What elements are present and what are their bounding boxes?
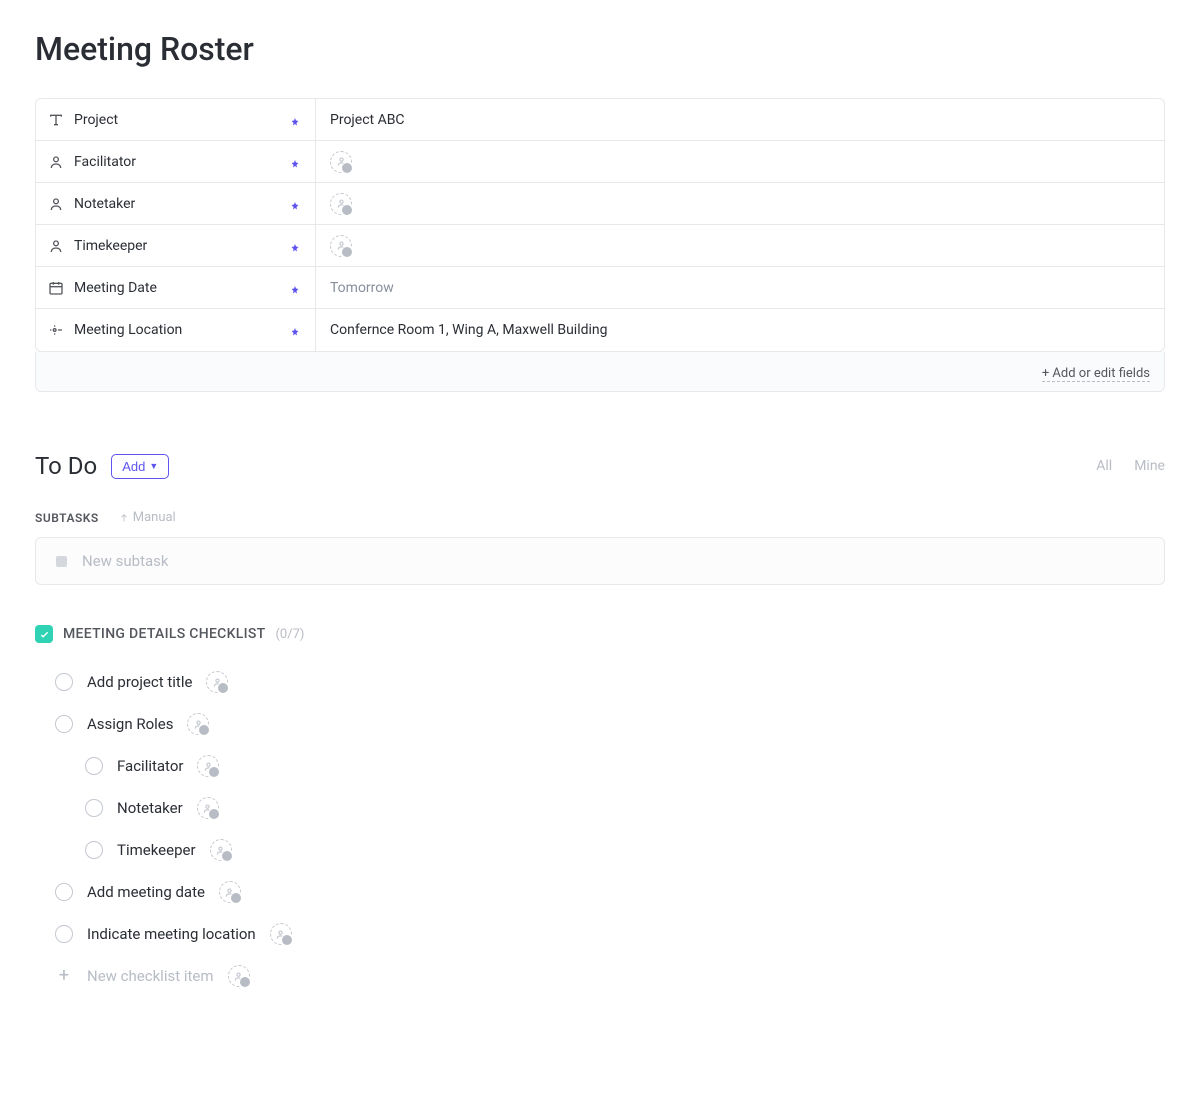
- check-circle[interactable]: [85, 799, 103, 817]
- field-row-project: Project Project ABC: [36, 99, 1164, 141]
- checklist-item[interactable]: Add meeting date: [55, 871, 1165, 913]
- check-circle[interactable]: [55, 883, 73, 901]
- checklist-item[interactable]: Add project title: [55, 661, 1165, 703]
- arrow-up-icon: [119, 513, 129, 523]
- status-square-icon: [56, 556, 67, 567]
- assign-user-icon[interactable]: [187, 713, 209, 735]
- subtasks-header: SUBTASKS Manual: [35, 510, 1165, 525]
- checklist-item-label: Facilitator: [117, 757, 183, 775]
- checklist-item[interactable]: Indicate meeting location: [55, 913, 1165, 955]
- assign-user-icon[interactable]: [219, 881, 241, 903]
- checklist-items: Add project title Assign Roles Facilitat…: [35, 661, 1165, 997]
- pin-icon[interactable]: [289, 240, 301, 252]
- assign-user-icon[interactable]: [270, 923, 292, 945]
- field-label: Timekeeper: [74, 238, 147, 254]
- field-value[interactable]: [316, 141, 1164, 182]
- pin-icon[interactable]: [289, 198, 301, 210]
- field-value[interactable]: Confernce Room 1, Wing A, Maxwell Buildi…: [316, 309, 1164, 351]
- add-edit-fields-link[interactable]: + Add or edit fields: [1042, 366, 1150, 382]
- checklist-item[interactable]: Notetaker: [55, 787, 1165, 829]
- calendar-icon: [48, 280, 64, 296]
- field-row-notetaker: Notetaker: [36, 183, 1164, 225]
- filter-mine[interactable]: Mine: [1134, 458, 1165, 474]
- checklist-item-label: Assign Roles: [87, 715, 173, 733]
- field-label-cell[interactable]: Project: [36, 99, 316, 140]
- assign-user-icon[interactable]: [330, 235, 352, 257]
- field-row-timekeeper: Timekeeper: [36, 225, 1164, 267]
- field-row-facilitator: Facilitator: [36, 141, 1164, 183]
- assign-user-icon[interactable]: [330, 151, 352, 173]
- field-label: Meeting Location: [74, 322, 182, 338]
- field-label-cell[interactable]: Facilitator: [36, 141, 316, 182]
- person-icon: [48, 238, 64, 254]
- checklist-item-label: Timekeeper: [117, 841, 196, 859]
- pin-icon[interactable]: [289, 156, 301, 168]
- field-row-meeting-location: Meeting Location Confernce Room 1, Wing …: [36, 309, 1164, 351]
- pin-icon[interactable]: [289, 324, 301, 336]
- field-label: Project: [74, 112, 118, 128]
- add-button[interactable]: Add ▼: [111, 454, 169, 479]
- sort-button[interactable]: Manual: [119, 510, 176, 525]
- checklist-item-label: Notetaker: [117, 799, 183, 817]
- checklist-title[interactable]: MEETING DETAILS CHECKLIST: [63, 626, 265, 642]
- field-value[interactable]: [316, 183, 1164, 224]
- check-circle[interactable]: [85, 841, 103, 859]
- checklist-item-label: Add project title: [87, 673, 192, 691]
- checklist-item[interactable]: Timekeeper: [55, 829, 1165, 871]
- page-title: Meeting Roster: [35, 30, 1165, 68]
- new-checklist-placeholder: New checklist item: [87, 967, 214, 985]
- check-circle[interactable]: [55, 673, 73, 691]
- text-field-icon: [48, 112, 64, 128]
- checklist-item-label: Indicate meeting location: [87, 925, 256, 943]
- field-label: Facilitator: [74, 154, 136, 170]
- subtasks-label: SUBTASKS: [35, 511, 99, 525]
- new-subtask-placeholder: New subtask: [82, 552, 169, 570]
- field-value[interactable]: Tomorrow: [316, 267, 1164, 308]
- assign-user-icon[interactable]: [228, 965, 250, 987]
- field-label-cell[interactable]: Meeting Date: [36, 267, 316, 308]
- filter-all[interactable]: All: [1096, 458, 1112, 474]
- check-circle[interactable]: [55, 715, 73, 733]
- checklist-item[interactable]: Assign Roles: [55, 703, 1165, 745]
- person-icon: [48, 196, 64, 212]
- location-icon: [48, 322, 64, 338]
- assign-user-icon[interactable]: [210, 839, 232, 861]
- field-label-cell[interactable]: Meeting Location: [36, 309, 316, 351]
- person-icon: [48, 154, 64, 170]
- todo-header: To Do Add ▼ All Mine: [35, 452, 1165, 480]
- pin-icon[interactable]: [289, 282, 301, 294]
- checklist-header: MEETING DETAILS CHECKLIST (0/7): [35, 625, 1165, 643]
- todo-title: To Do: [35, 452, 97, 480]
- field-label-cell[interactable]: Notetaker: [36, 183, 316, 224]
- checklist-icon: [35, 625, 53, 643]
- check-circle[interactable]: [85, 757, 103, 775]
- field-label: Notetaker: [74, 196, 135, 212]
- plus-icon: +: [55, 967, 73, 985]
- add-fields-row: + Add or edit fields: [35, 352, 1165, 392]
- checklist-count: (0/7): [275, 627, 304, 642]
- field-label: Meeting Date: [74, 280, 157, 296]
- assign-user-icon[interactable]: [206, 671, 228, 693]
- field-value[interactable]: [316, 225, 1164, 266]
- filter-tabs: All Mine: [1096, 458, 1165, 474]
- new-checklist-item-input[interactable]: + New checklist item: [55, 955, 1165, 997]
- check-circle[interactable]: [55, 925, 73, 943]
- pin-icon[interactable]: [289, 114, 301, 126]
- field-value[interactable]: Project ABC: [316, 99, 1164, 140]
- checklist-item[interactable]: Facilitator: [55, 745, 1165, 787]
- fields-table: Project Project ABC Facilitator: [35, 98, 1165, 352]
- checklist-item-label: Add meeting date: [87, 883, 205, 901]
- assign-user-icon[interactable]: [197, 755, 219, 777]
- assign-user-icon[interactable]: [197, 797, 219, 819]
- assign-user-icon[interactable]: [330, 193, 352, 215]
- chevron-down-icon: ▼: [149, 461, 158, 471]
- field-row-meeting-date: Meeting Date Tomorrow: [36, 267, 1164, 309]
- new-subtask-input[interactable]: New subtask: [35, 537, 1165, 585]
- field-label-cell[interactable]: Timekeeper: [36, 225, 316, 266]
